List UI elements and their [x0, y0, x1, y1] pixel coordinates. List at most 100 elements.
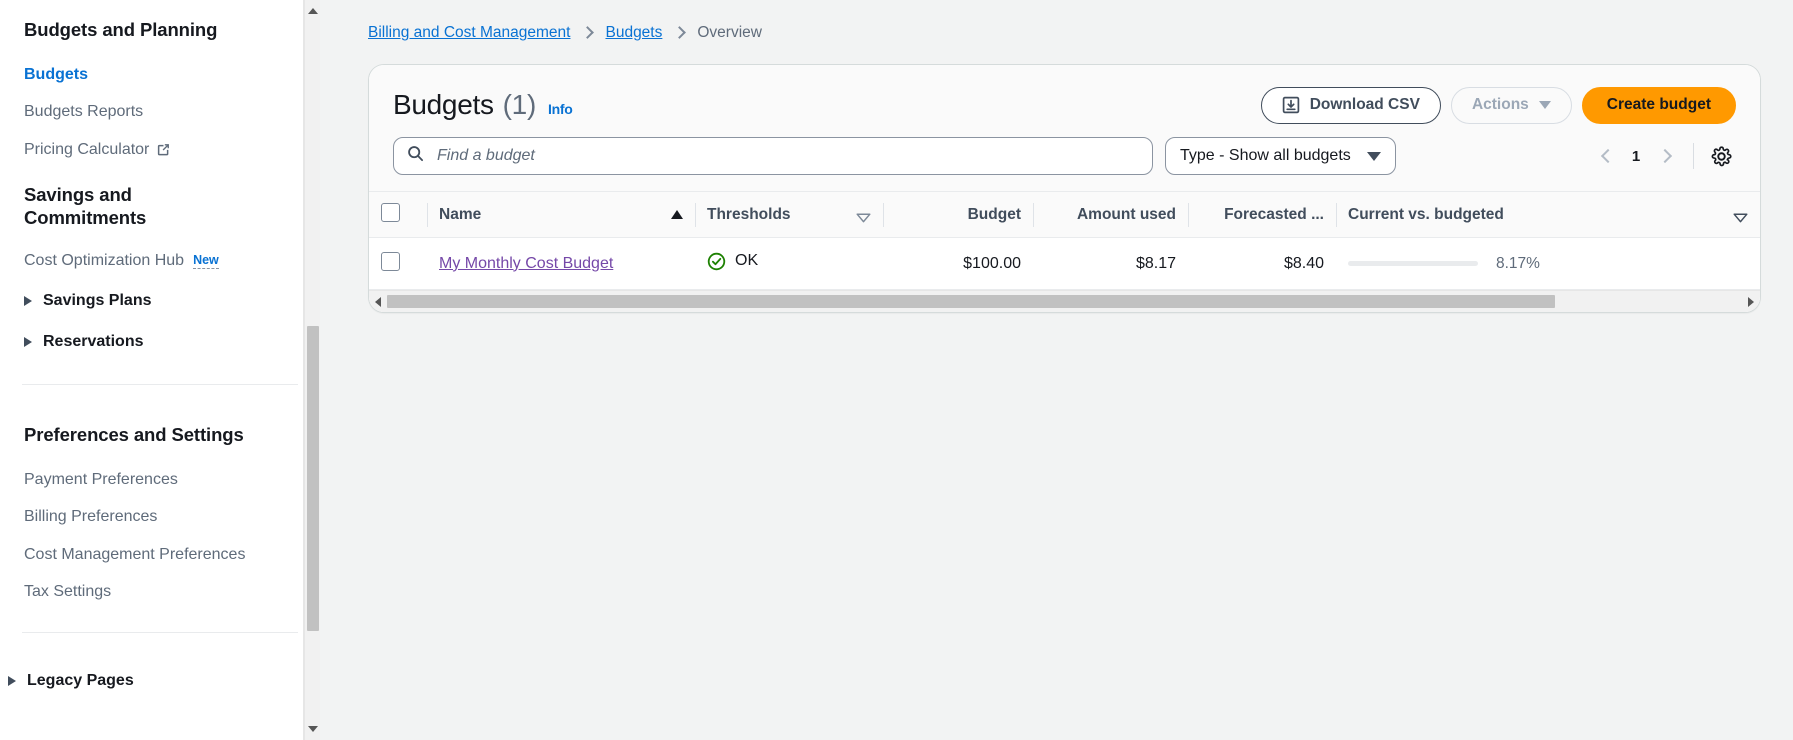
- chevron-right-icon: [24, 296, 32, 307]
- scroll-right-arrow-icon[interactable]: [1748, 297, 1754, 307]
- sidebar-item-budgets[interactable]: Budgets: [0, 65, 320, 84]
- chevron-right-icon: [581, 25, 595, 39]
- sidebar-item-savings-plans[interactable]: Savings Plans: [0, 292, 320, 310]
- status-ok-icon: [707, 252, 726, 271]
- panel-header-row: Budgets (1) Info Download CSV Actions Cr…: [393, 83, 1736, 127]
- download-csv-label: Download CSV: [1309, 96, 1420, 114]
- row-forecasted-cell: $8.40: [1188, 237, 1336, 290]
- table-horizontal-scrollbar-thumb[interactable]: [387, 295, 1556, 308]
- app-root: Budgets and Planning Budgets Budgets Rep…: [0, 0, 1793, 740]
- table-header-amount-used-inner: Amount used: [1045, 206, 1176, 224]
- sidebar-section-title-savings-and-commitments: Savings and Commitments: [24, 183, 147, 228]
- table-header-current-vs-budgeted[interactable]: Current vs. budgeted: [1336, 191, 1760, 238]
- scroll-left-arrow-icon[interactable]: [375, 297, 381, 307]
- table-header-forecasted-label: Forecasted ...: [1224, 205, 1324, 223]
- chevron-down-icon: [1538, 101, 1551, 109]
- sidebar-content: Budgets and Planning Budgets Budgets Rep…: [0, 0, 320, 690]
- table-header-current-vs-budgeted-label: Current vs. budgeted: [1348, 205, 1504, 223]
- table-header-budget[interactable]: Budget: [883, 191, 1033, 238]
- sidebar: Budgets and Planning Budgets Budgets Rep…: [0, 0, 320, 740]
- table-header-name[interactable]: Name: [427, 191, 695, 238]
- gear-icon: [1711, 145, 1732, 166]
- table-row[interactable]: My Monthly Cost Budget OK $100.00 $8.17 …: [369, 237, 1760, 290]
- table-horizontal-scrollbar[interactable]: [369, 290, 1760, 312]
- sidebar-item-tax-settings[interactable]: Tax Settings: [0, 582, 320, 601]
- pagination-divider: [1693, 143, 1694, 169]
- table-header-select-all: [369, 191, 427, 238]
- sidebar-item-label: Reservations: [43, 333, 144, 351]
- type-filter-value: Type - Show all budgets: [1180, 147, 1351, 164]
- sidebar-section-title-preferences-and-settings: Preferences and Settings: [24, 424, 244, 446]
- sidebar-scrollbar[interactable]: [304, 0, 320, 740]
- breadcrumb-item-budgets[interactable]: Budgets: [605, 24, 662, 42]
- panel-header: Budgets (1) Info Download CSV Actions Cr…: [369, 65, 1760, 191]
- breadcrumb-item-overview: Overview: [697, 24, 762, 41]
- sidebar-item-label: Legacy Pages: [27, 672, 134, 689]
- page-title-text: Budgets: [393, 89, 494, 120]
- breadcrumb-item-billing-and-cost-management[interactable]: Billing and Cost Management: [368, 24, 570, 42]
- info-link[interactable]: Info: [548, 101, 573, 117]
- scroll-down-arrow-icon[interactable]: [308, 726, 318, 732]
- search-input[interactable]: [435, 146, 1139, 166]
- sidebar-section-title-budgets-and-planning: Budgets and Planning: [24, 19, 218, 40]
- table-header-budget-label: Budget: [967, 205, 1021, 223]
- table-header-budget-inner: Budget: [895, 206, 1021, 224]
- sort-ascending-icon: [671, 210, 683, 219]
- budgets-table: Name Thresholds Budget Amount used Forec…: [369, 191, 1760, 290]
- sidebar-item-label: Savings Plans: [43, 292, 152, 310]
- sidebar-item-cost-management-preferences[interactable]: Cost Management Preferences: [0, 545, 320, 564]
- download-csv-button[interactable]: Download CSV: [1260, 86, 1441, 124]
- select-all-checkbox[interactable]: [381, 202, 400, 222]
- row-amount-used-cell: $8.17: [1033, 237, 1188, 290]
- budgets-table-wrapper: Name Thresholds Budget Amount used Forec…: [369, 191, 1760, 312]
- sidebar-item-pricing-calculator-inner: Pricing Calculator: [24, 140, 171, 159]
- table-header-current-vs-budgeted-inner: Current vs. budgeted: [1348, 206, 1748, 224]
- row-current-vs-budgeted-cell: 8.17%: [1336, 237, 1760, 290]
- sidebar-scrollbar-thumb[interactable]: [307, 326, 319, 631]
- actions-button[interactable]: Actions: [1450, 86, 1572, 124]
- sort-unsorted-icon: [1733, 210, 1748, 222]
- budgets-panel: Budgets (1) Info Download CSV Actions Cr…: [368, 64, 1761, 313]
- search-icon: [407, 145, 424, 167]
- table-header-amount-used[interactable]: Amount used: [1033, 191, 1188, 238]
- download-csv-icon: [1282, 96, 1300, 114]
- sidebar-item-payment-preferences[interactable]: Payment Preferences: [0, 470, 320, 489]
- table-header-thresholds-inner: Thresholds: [707, 206, 871, 224]
- table-header-forecasted-inner: Forecasted ...: [1200, 206, 1324, 224]
- create-budget-label: Create budget: [1606, 96, 1711, 114]
- external-link-icon: [156, 142, 171, 157]
- table-header-name-label: Name: [439, 205, 482, 223]
- create-budget-button[interactable]: Create budget: [1581, 86, 1736, 124]
- pagination-page-1[interactable]: 1: [1625, 148, 1647, 165]
- budgets-table-head: Name Thresholds Budget Amount used Forec…: [369, 191, 1760, 238]
- pagination-prev-button[interactable]: [1591, 141, 1621, 171]
- current-vs-budgeted-wrapper: 8.17%: [1348, 255, 1748, 273]
- status-badge: OK: [707, 252, 758, 271]
- type-filter-select[interactable]: Type - Show all budgets: [1165, 137, 1396, 175]
- search-budget-box[interactable]: [393, 137, 1153, 175]
- sidebar-item-legacy-pages[interactable]: Legacy Pages: [0, 672, 320, 690]
- current-vs-budgeted-percent: 8.17%: [1496, 254, 1540, 272]
- table-header-forecasted[interactable]: Forecasted ...: [1188, 191, 1336, 238]
- chevron-right-icon: [8, 676, 16, 686]
- table-header-thresholds[interactable]: Thresholds: [695, 191, 883, 238]
- scroll-up-arrow-icon[interactable]: [308, 8, 318, 14]
- budget-name-link[interactable]: My Monthly Cost Budget: [439, 255, 613, 272]
- row-checkbox[interactable]: [381, 251, 400, 271]
- sidebar-item-cost-optimization-hub[interactable]: Cost Optimization Hub New: [0, 251, 320, 270]
- pagination-next-button[interactable]: [1651, 141, 1681, 171]
- progress-bar: [1348, 261, 1478, 266]
- chevron-right-icon: [1657, 148, 1672, 164]
- chevron-right-icon: [24, 337, 32, 348]
- sidebar-item-billing-preferences[interactable]: Billing Preferences: [0, 507, 320, 526]
- sidebar-item-budgets-reports[interactable]: Budgets Reports: [0, 102, 320, 121]
- table-preferences-button[interactable]: [1706, 141, 1736, 171]
- actions-label: Actions: [1471, 96, 1529, 114]
- chevron-down-icon: [1366, 151, 1381, 161]
- table-header-row: Name Thresholds Budget Amount used Forec…: [369, 191, 1760, 238]
- sidebar-item-reservations[interactable]: Reservations: [0, 333, 320, 351]
- filter-row: Type - Show all budgets 1: [393, 127, 1736, 191]
- pagination: 1: [1577, 141, 1736, 171]
- row-budget-cell: $100.00: [883, 237, 1033, 290]
- sidebar-item-pricing-calculator[interactable]: Pricing Calculator: [0, 140, 320, 159]
